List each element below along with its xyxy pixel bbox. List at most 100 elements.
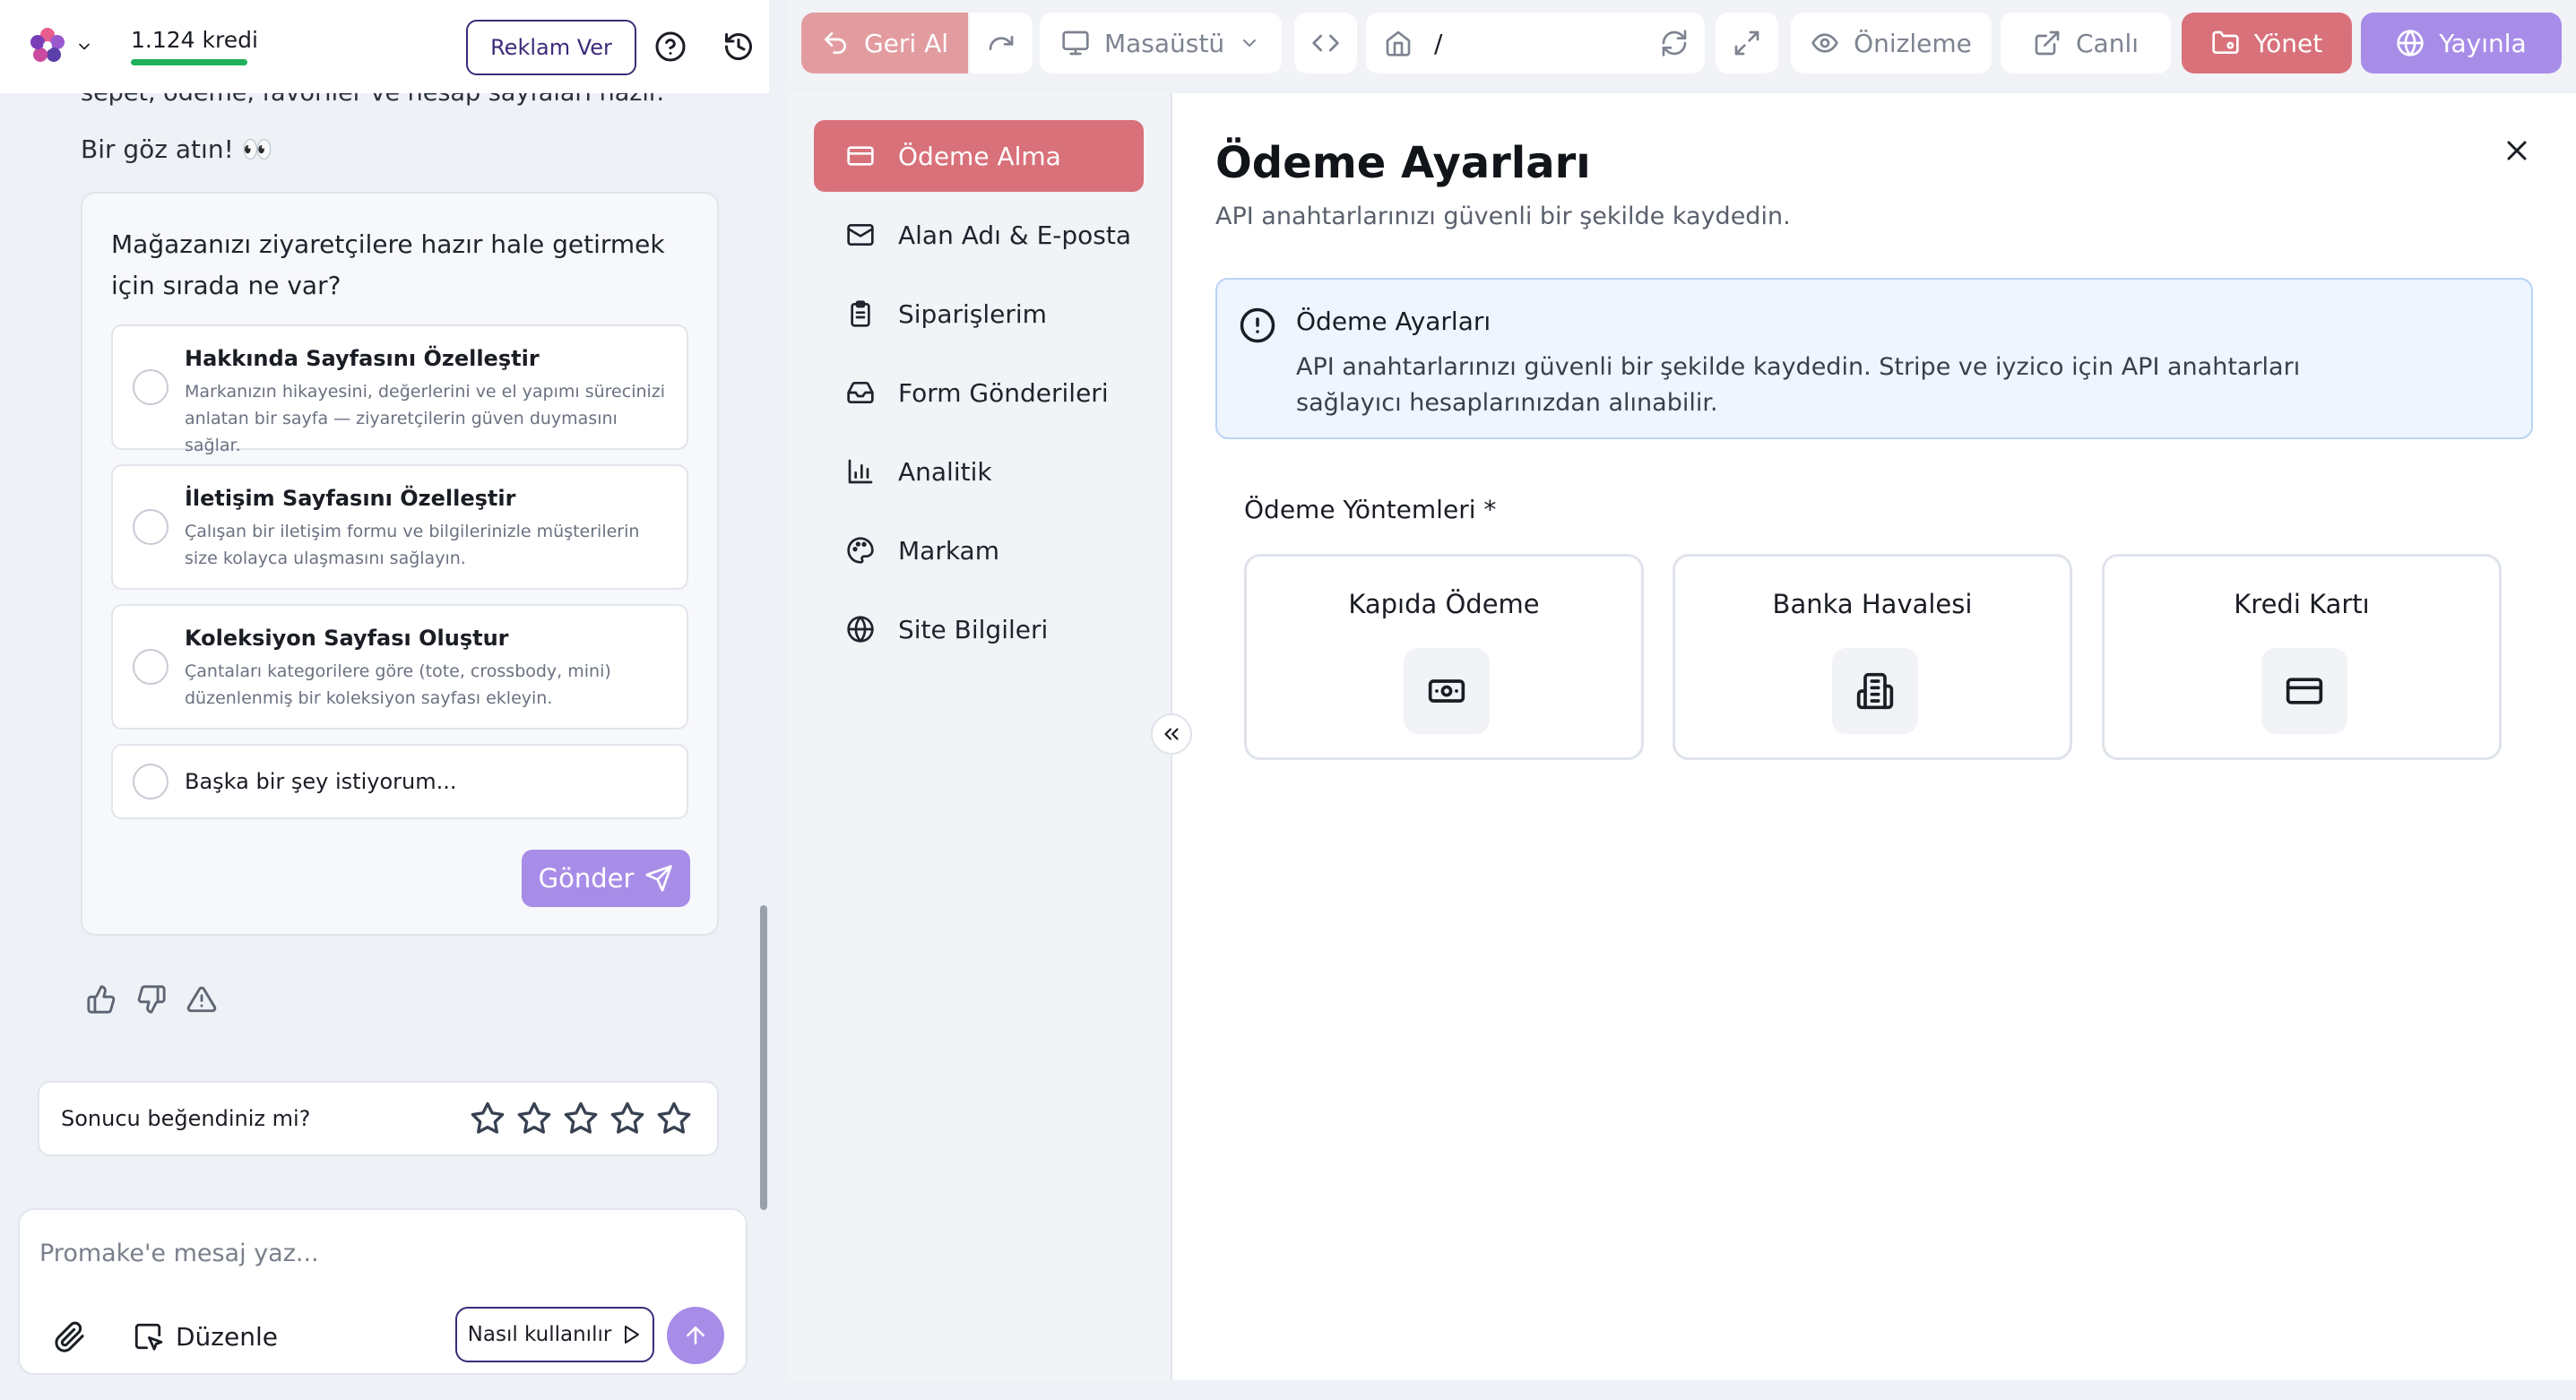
nav-label: Analitik: [898, 456, 992, 487]
preview-button[interactable]: Önizleme: [1791, 13, 1992, 73]
payment-method-label: Banka Havalesi: [1772, 589, 1973, 619]
star-icon[interactable]: [516, 1101, 552, 1136]
chat-scrollbar[interactable]: [760, 905, 767, 1210]
question-text: Mağazanızı ziyaretçilere hazır hale geti…: [111, 229, 665, 300]
device-label: Masaüstü: [1103, 28, 1225, 58]
option-contact-page[interactable]: İletişim Sayfasını Özelleştir Çalışan bi…: [111, 464, 688, 590]
payment-method-bank-transfer[interactable]: Banka Havalesi: [1673, 554, 2072, 760]
bar-chart-icon: [848, 459, 873, 484]
page-subtitle: API anahtarlarınızı güvenli bir şekilde …: [1215, 203, 1791, 230]
settings-panel: Ödeme Alma Alan Adı & E-posta Siparişler…: [787, 93, 2576, 1380]
nav-label: Siparişlerim: [898, 298, 1047, 329]
option-title: Başka bir şey istiyorum...: [185, 769, 457, 794]
nav-item-site-info[interactable]: Site Bilgileri: [814, 593, 1144, 665]
code-view-button[interactable]: [1294, 13, 1357, 73]
option-about-page[interactable]: Hakkında Sayfasını Özelleştir Markanızın…: [111, 324, 688, 455]
clipboard-icon: [851, 300, 870, 327]
eye-icon: [1811, 33, 1838, 53]
external-link-icon: [2035, 30, 2060, 56]
help-circle-icon[interactable]: [654, 30, 687, 63]
nav-item-analytics[interactable]: Analitik: [814, 436, 1144, 507]
radio-button[interactable]: [133, 764, 169, 799]
send-label: Gönder: [538, 863, 635, 894]
rating-card: Sonucu beğendiniz mi?: [38, 1081, 719, 1156]
redo-icon: [989, 35, 1014, 50]
chevron-down-icon[interactable]: [75, 38, 93, 56]
nav-item-domain-email[interactable]: Alan Adı & E-posta: [814, 199, 1144, 271]
credits-label: 1.124 kredi: [131, 27, 258, 53]
chevron-down-icon: [1243, 39, 1257, 47]
paperclip-icon[interactable]: [54, 1321, 86, 1353]
send-button[interactable]: Gönder: [522, 850, 690, 907]
payment-methods-label: Ödeme Yöntemleri *: [1244, 495, 1497, 524]
undo-button[interactable]: Geri Al: [801, 13, 968, 73]
option-something-else[interactable]: Başka bir şey istiyorum...: [111, 744, 688, 819]
chat-message: Bir göz atın! 👀: [81, 134, 273, 164]
option-description: Çantaları kategorilere göre (tote, cross…: [185, 661, 611, 708]
promake-logo[interactable]: [27, 25, 68, 66]
inbox-icon: [847, 382, 874, 403]
chat-header: 1.124 kredi Reklam Ver: [0, 0, 769, 93]
nav-item-payments[interactable]: Ödeme Alma: [814, 120, 1144, 192]
warning-triangle-icon[interactable]: [186, 984, 217, 1015]
how-to-use-button[interactable]: Nasıl kullanılır: [455, 1307, 654, 1362]
manage-label: Yönet: [2253, 28, 2323, 58]
page-title: Ödeme Ayarları: [1215, 138, 1591, 188]
nav-item-orders[interactable]: Siparişlerim: [814, 278, 1144, 350]
nav-label: Form Gönderileri: [898, 377, 1109, 408]
message-input[interactable]: [39, 1233, 721, 1273]
thumbs-down-icon[interactable]: [136, 984, 167, 1015]
history-icon[interactable]: [722, 30, 755, 63]
message-composer: Düzenle Nasıl kullanılır: [18, 1208, 748, 1375]
star-icon[interactable]: [656, 1101, 692, 1136]
star-icon[interactable]: [609, 1101, 645, 1136]
play-icon: [620, 1324, 642, 1345]
folder-settings-icon: [2212, 30, 2239, 54]
manage-button[interactable]: Yönet: [2182, 13, 2352, 73]
mail-icon: [847, 224, 874, 246]
live-button[interactable]: Canlı: [2001, 13, 2171, 73]
radio-button[interactable]: [133, 509, 169, 545]
info-alert: Ödeme Ayarları API anahtarlarınızı güven…: [1215, 278, 2533, 439]
nav-item-form-submissions[interactable]: Form Gönderileri: [814, 357, 1144, 428]
live-label: Canlı: [2075, 28, 2139, 58]
url-bar[interactable]: /: [1366, 13, 1705, 73]
close-icon[interactable]: [2501, 134, 2533, 167]
advertise-button[interactable]: Reklam Ver: [466, 20, 636, 75]
settings-sidebar: Ödeme Alma Alan Adı & E-posta Siparişler…: [787, 93, 1172, 1380]
star-icon[interactable]: [470, 1101, 506, 1136]
star-icon[interactable]: [563, 1101, 599, 1136]
credits-progress-bar: [131, 59, 247, 65]
thumbs-up-icon[interactable]: [86, 984, 117, 1015]
preview-label: Önizleme: [1854, 28, 1972, 58]
undo-label: Geri Al: [863, 28, 949, 58]
edit-button[interactable]: Düzenle: [133, 1314, 278, 1359]
chat-panel: 1.124 kredi Reklam Ver sepet, ödeme, fav…: [0, 0, 769, 1400]
refresh-icon[interactable]: [1660, 29, 1689, 57]
url-path[interactable]: /: [1434, 29, 1442, 58]
cash-icon: [1404, 648, 1490, 734]
question-card: Mağazanızı ziyaretçilere hazır hale geti…: [81, 192, 719, 936]
maximize-icon: [1734, 30, 1759, 56]
device-select[interactable]: Masaüstü: [1040, 13, 1282, 73]
nav-label: Site Bilgileri: [898, 614, 1049, 644]
payment-method-label: Kredi Kartı: [2234, 589, 2370, 619]
redo-button[interactable]: [970, 13, 1033, 73]
fullscreen-button[interactable]: [1716, 13, 1778, 73]
code-icon: [1312, 34, 1339, 52]
radio-button[interactable]: [133, 649, 169, 685]
edit-label: Düzenle: [176, 1321, 278, 1352]
radio-button[interactable]: [133, 369, 169, 405]
option-collection-page[interactable]: Koleksiyon Sayfası Oluştur Çantaları kat…: [111, 604, 688, 730]
palette-icon: [847, 537, 874, 564]
payment-method-credit-card[interactable]: Kredi Kartı: [2102, 554, 2502, 760]
nav-item-brand[interactable]: Markam: [814, 514, 1144, 586]
credit-card-icon: [847, 146, 874, 166]
payment-method-cash-on-delivery[interactable]: Kapıda Ödeme: [1244, 554, 1644, 760]
collapse-sidebar-button[interactable]: [1151, 713, 1192, 755]
submit-message-button[interactable]: [667, 1307, 724, 1364]
nav-label: Markam: [898, 535, 999, 566]
chevrons-left-icon: [1164, 728, 1179, 740]
publish-button[interactable]: Yayınla: [2361, 13, 2562, 73]
option-title: Koleksiyon Sayfası Oluştur: [185, 626, 509, 651]
